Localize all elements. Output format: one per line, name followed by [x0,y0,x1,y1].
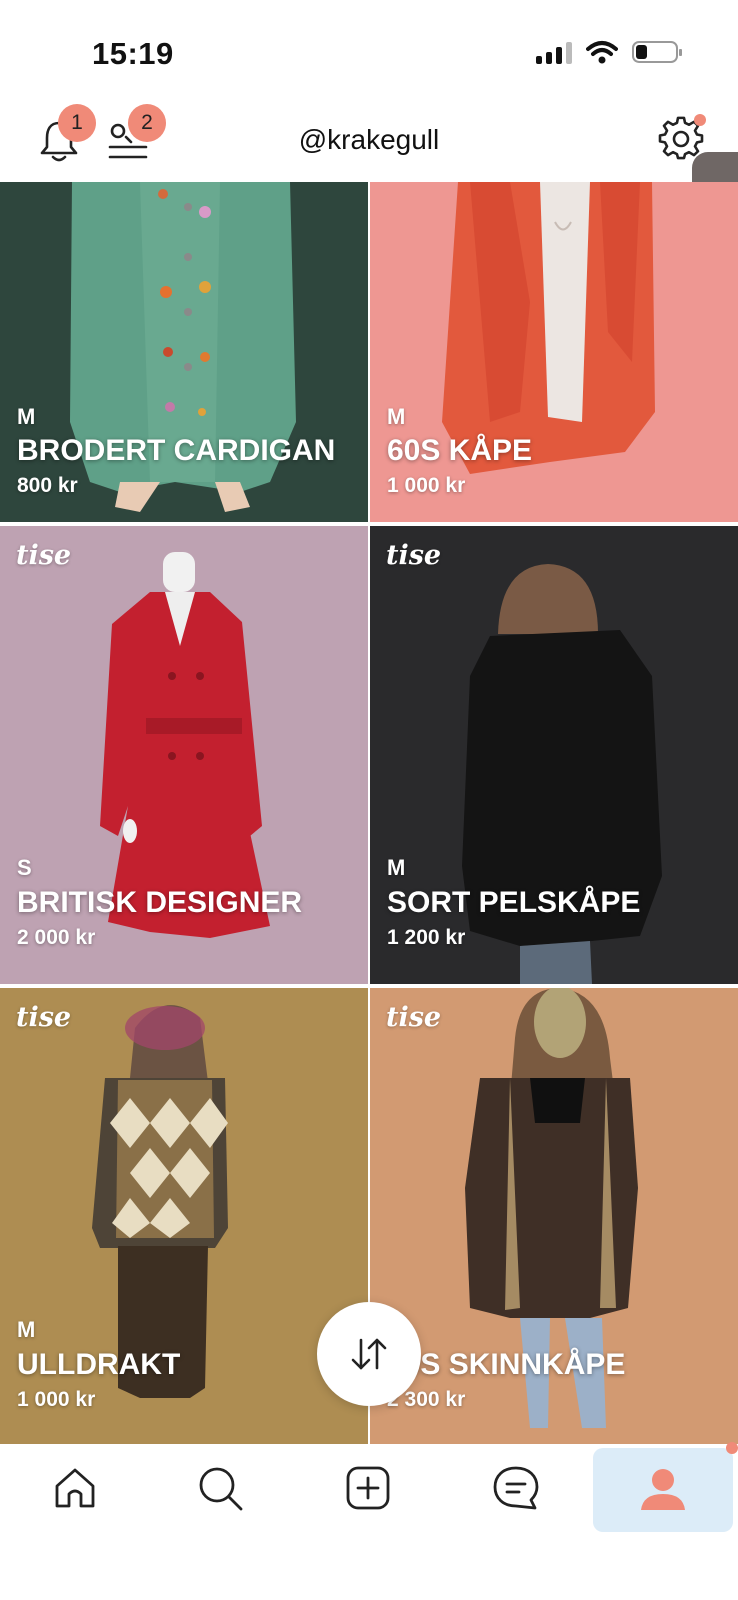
profile-username: @krakegull [298,124,440,155]
cardigan-image [70,182,296,512]
listing-price: 1 000 kr [387,474,466,497]
listing-size: M [17,404,36,429]
listing-card[interactable]: M 60S KÅPE 1 000 kr [370,182,738,522]
listing-card[interactable]: tise S BRITISK DESIGNER 2 000 kr [0,526,368,984]
listing-title: BRODERT CARDIGAN [17,434,336,467]
profile-notification-dot [726,1442,738,1454]
listing-price: 1 200 kr [387,926,466,949]
listing-title: 60S KÅPE [387,434,533,467]
listing-card[interactable]: tise M ULLDRAKT 1 000 kr [0,988,368,1444]
messages-icon [493,1466,539,1510]
listing-price: 2 000 kr [17,926,96,949]
listing-card[interactable]: tise M SORT PELSKÅPE 1 200 kr [370,526,738,984]
tise-logo: tise [16,1002,72,1033]
add-icon [346,1466,390,1510]
search-icon [199,1467,243,1511]
status-bar: 15:19 [0,0,738,100]
bottom-navigation [0,1442,738,1600]
listing-title: 70S SKINNKÅPE [387,1348,626,1381]
status-icons [536,40,682,64]
tise-logo: tise [386,1002,442,1033]
tise-logo: tise [16,540,72,571]
nav-profile[interactable] [593,1448,733,1532]
listing-size: M [387,404,406,429]
sort-arrows-icon [351,1338,387,1370]
wifi-icon [586,41,618,64]
listing-size: M [17,1317,36,1342]
status-time: 15:19 [92,36,174,71]
listing-title: ULLDRAKT [17,1348,181,1381]
home-icon [55,1468,95,1508]
nav-add-listing[interactable] [298,1444,438,1532]
tise-logo: tise [386,540,442,571]
profile-header: 1 2 @krakegull [0,100,738,182]
nav-messages[interactable] [446,1444,586,1532]
listing-size: S [17,855,32,880]
profile-icon [641,1469,685,1510]
listing-title: SORT PELSKÅPE [387,886,641,919]
listing-card[interactable]: tise 70S SKINNKÅPE 2 300 kr [370,988,738,1444]
settings-notification-dot [694,114,706,126]
sort-button[interactable] [317,1302,421,1406]
listing-price: 1 000 kr [17,1388,96,1411]
red-coat-image [442,182,655,474]
nav-search[interactable] [150,1444,290,1532]
listing-title: BRITISK DESIGNER [17,886,303,919]
nav-home[interactable] [5,1444,145,1532]
battery-icon [632,41,682,63]
listing-card[interactable]: M BRODERT CARDIGAN 800 kr [0,182,368,522]
cellular-signal-icon [536,40,572,64]
listing-price: 800 kr [17,474,78,497]
listings-grid: M BRODERT CARDIGAN 800 kr M 60S KÅPE 1 0… [0,182,738,1444]
listing-size: M [387,855,406,880]
